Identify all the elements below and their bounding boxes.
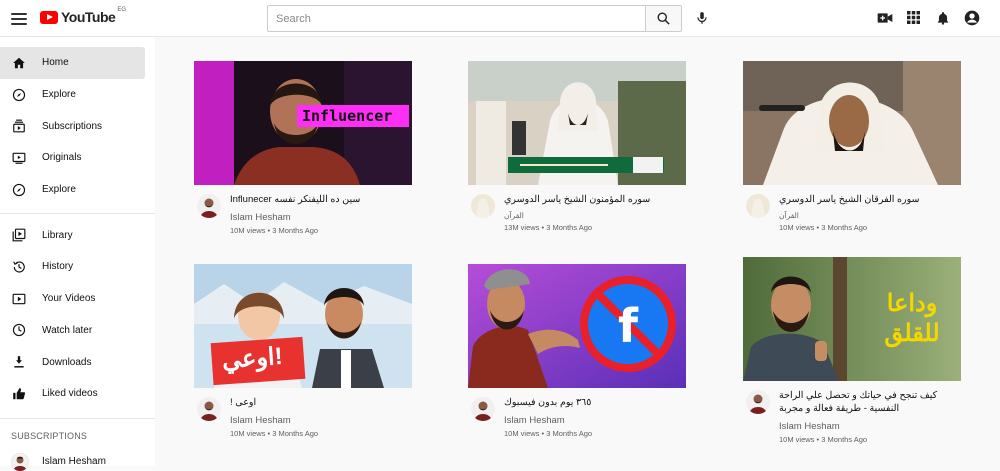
avatar[interactable] bbox=[746, 390, 770, 414]
account-circle-icon bbox=[964, 10, 979, 25]
microphone-icon bbox=[697, 12, 707, 24]
download-icon bbox=[11, 354, 27, 370]
apps-grid-icon bbox=[907, 11, 920, 24]
sidebar-item-your-videos[interactable]: Your Videos bbox=[0, 283, 145, 315]
sidebar-item-label: Originals bbox=[42, 152, 82, 164]
subscriptions-heading: SUBSCRIPTIONS bbox=[11, 430, 88, 441]
avatar[interactable] bbox=[746, 194, 770, 218]
create-button[interactable] bbox=[876, 9, 893, 26]
search-bar bbox=[267, 5, 682, 32]
sidebar-subscription-item[interactable]: Islam Hesham bbox=[0, 441, 155, 471]
sidebar-item-label: Library bbox=[42, 229, 73, 241]
video-card[interactable]: اوعي! اوعى ! Islam Hesham 10M views • 3 … bbox=[194, 264, 412, 438]
sidebar-item-watch-later[interactable]: Watch later bbox=[0, 315, 145, 347]
sidebar-item-explore[interactable]: Explore bbox=[0, 79, 145, 111]
video-card[interactable]: سوره المؤمنون الشيخ ياسر الدوسري القرآن … bbox=[468, 61, 686, 232]
video-thumbnail[interactable] bbox=[468, 61, 686, 185]
video-title[interactable]: ٣٦٥ يوم بدون فيسبوك bbox=[504, 396, 686, 409]
video-title[interactable]: سين ده الليفنكر نفسه Influnecer bbox=[230, 193, 412, 206]
subscriptions-icon bbox=[11, 118, 27, 134]
sidebar-item-explore-2[interactable]: Explore bbox=[0, 174, 145, 206]
channel-name[interactable]: Islam Hesham bbox=[779, 421, 961, 432]
video-stats: 10M views • 3 Months Ago bbox=[230, 226, 319, 235]
channel-name[interactable]: Islam Hesham bbox=[230, 415, 412, 426]
video-stats: 10M views • 3 Months Ago bbox=[779, 435, 868, 444]
logo-region: EG bbox=[117, 7, 126, 13]
sidebar-item-label: Explore bbox=[42, 184, 76, 196]
svg-text:f: f bbox=[618, 299, 639, 353]
avatar bbox=[11, 452, 29, 471]
compass-icon bbox=[11, 182, 27, 198]
clock-icon bbox=[11, 322, 27, 338]
sidebar-item-label: Watch later bbox=[42, 324, 93, 336]
search-input[interactable] bbox=[267, 5, 645, 32]
thumbnail-text: اوعي! bbox=[221, 342, 284, 375]
compass-icon bbox=[11, 87, 27, 103]
video-thumbnail[interactable]: Influencer bbox=[194, 61, 412, 185]
video-camera-icon bbox=[877, 12, 892, 23]
hamburger-icon[interactable] bbox=[8, 8, 30, 30]
account-button[interactable] bbox=[963, 9, 980, 26]
sidebar-item-label: Your Videos bbox=[42, 293, 96, 305]
sidebar-item-label: Downloads bbox=[42, 356, 92, 368]
video-title[interactable]: اوعى ! bbox=[230, 396, 412, 409]
channel-name[interactable]: القرآن bbox=[504, 211, 686, 220]
video-card[interactable]: Influencer سين ده الليفنكر نفسه Influnec… bbox=[194, 61, 412, 235]
sidebar: Home Explore Subscriptions Originals Exp… bbox=[0, 37, 155, 471]
video-title[interactable]: كيف تنجح في حياتك و تحصل علي الراحة النف… bbox=[779, 389, 961, 415]
youtube-logo[interactable]: YouTube EG bbox=[40, 7, 126, 25]
video-card[interactable]: وداعا للقلق كيف تنجح في حياتك و تحصل علي… bbox=[743, 257, 961, 444]
library-icon bbox=[11, 227, 27, 243]
channel-name[interactable]: Islam Hesham bbox=[230, 212, 412, 223]
video-stats: 10M views • 3 Months Ago bbox=[504, 429, 593, 438]
youtube-play-icon bbox=[40, 10, 58, 24]
video-stats: 10M views • 3 Months Ago bbox=[779, 223, 868, 232]
your-videos-icon bbox=[11, 291, 27, 307]
history-icon bbox=[11, 259, 27, 275]
video-card[interactable]: سوره الفرقان الشيخ ياسر الدوسري القرآن 1… bbox=[743, 61, 961, 232]
video-stats: 13M views • 3 Months Ago bbox=[504, 223, 593, 232]
avatar[interactable] bbox=[197, 397, 221, 421]
apps-button[interactable] bbox=[905, 9, 922, 26]
thumbnail-text: وداعا للقلق bbox=[884, 290, 940, 347]
video-thumbnail[interactable] bbox=[743, 61, 961, 185]
sidebar-item-label: Liked videos bbox=[42, 388, 98, 400]
avatar[interactable] bbox=[471, 194, 495, 218]
search-button[interactable] bbox=[645, 5, 682, 32]
sidebar-item-subscriptions[interactable]: Subscriptions bbox=[0, 110, 145, 142]
top-bar: YouTube EG bbox=[0, 0, 1000, 37]
sidebar-item-label: Explore bbox=[42, 89, 76, 101]
sidebar-item-originals[interactable]: Originals bbox=[0, 142, 145, 174]
bell-icon bbox=[937, 11, 948, 25]
video-thumbnail[interactable]: f bbox=[468, 264, 686, 388]
home-icon bbox=[11, 55, 27, 71]
video-title[interactable]: سوره المؤمنون الشيخ ياسر الدوسري bbox=[504, 193, 686, 206]
thumbs-up-icon bbox=[11, 386, 27, 402]
video-thumbnail[interactable]: وداعا للقلق bbox=[743, 257, 961, 381]
sidebar-item-label: History bbox=[42, 261, 74, 273]
video-card[interactable]: f ٣٦٥ يوم بدون فيسبوك Islam Hesham 10M v… bbox=[468, 264, 686, 438]
video-stats: 10M views • 3 Months Ago bbox=[230, 429, 319, 438]
sidebar-item-liked-videos[interactable]: Liked videos bbox=[0, 378, 145, 410]
video-thumbnail[interactable]: اوعي! bbox=[194, 264, 412, 388]
sidebar-item-home[interactable]: Home bbox=[0, 47, 145, 79]
avatar[interactable] bbox=[197, 194, 221, 218]
video-title[interactable]: سوره الفرقان الشيخ ياسر الدوسري bbox=[779, 193, 961, 206]
sidebar-item-library[interactable]: Library bbox=[0, 219, 145, 251]
channel-name[interactable]: Islam Hesham bbox=[504, 415, 686, 426]
thumbnail-text: Influencer bbox=[302, 107, 393, 125]
voice-search-button[interactable] bbox=[692, 8, 712, 28]
sidebar-item-history[interactable]: History bbox=[0, 251, 145, 283]
sidebar-item-downloads[interactable]: Downloads bbox=[0, 346, 145, 378]
sidebar-subscription-label: Islam Hesham bbox=[42, 456, 106, 468]
sidebar-item-label: Subscriptions bbox=[42, 120, 103, 132]
avatar[interactable] bbox=[471, 397, 495, 421]
search-icon bbox=[657, 12, 670, 25]
sidebar-item-label: Home bbox=[42, 57, 69, 69]
originals-icon bbox=[11, 150, 27, 166]
notifications-button[interactable] bbox=[934, 9, 951, 26]
logo-text: YouTube bbox=[61, 9, 116, 25]
channel-name[interactable]: القرآن bbox=[779, 211, 961, 220]
